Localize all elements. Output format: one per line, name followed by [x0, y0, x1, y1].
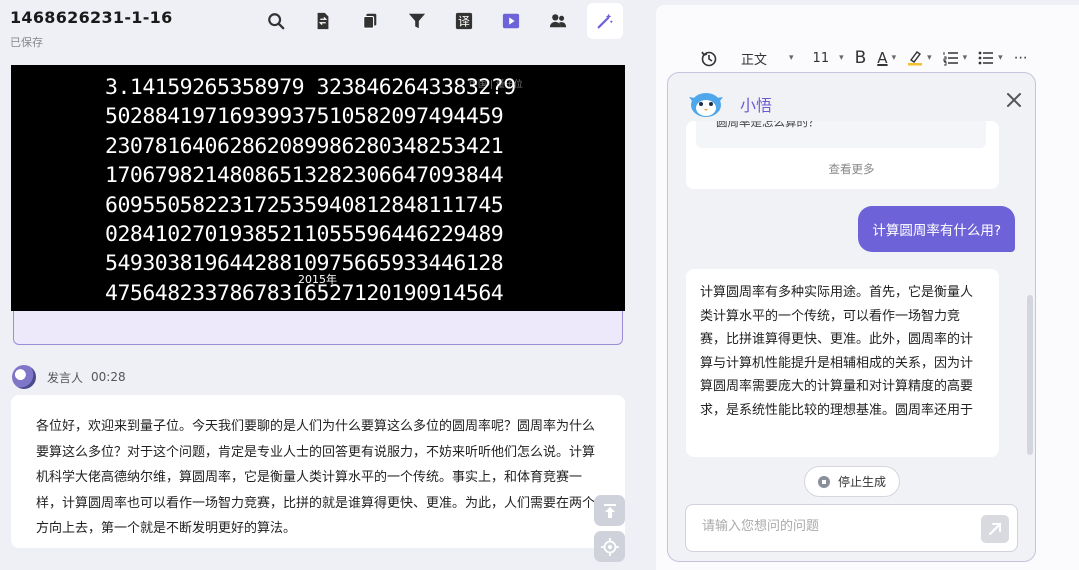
send-button[interactable] [981, 515, 1009, 543]
copy-icon [363, 13, 377, 29]
video-caption-strip [13, 311, 623, 345]
bold-button[interactable]: B [855, 48, 867, 68]
stop-generation-label: 停止生成 [837, 475, 886, 489]
top-toolbar: 译 [258, 3, 634, 39]
scroll-top-button[interactable] [594, 495, 625, 526]
chevron-down-icon: ▾ [962, 53, 968, 63]
people-button[interactable] [540, 3, 576, 39]
pi-digit-line: 02841027019385211055596446229489 [105, 222, 504, 248]
more-button[interactable]: ⋯ [1014, 50, 1028, 66]
bold-icon: B [854, 48, 867, 68]
paragraph-style-select[interactable]: 正文 ▾ [741, 49, 794, 68]
magic-wand-button[interactable] [587, 3, 623, 39]
font-size-value: 11 [812, 50, 830, 66]
assistant-chat-panel: 小悟 圆周率是怎么算的？ 查看更多 计算圆周率有什么用? 计算圆周率有多种实际用… [667, 72, 1036, 562]
stop-icon [817, 475, 830, 488]
pi-digit-line: 50288419716939937510582097494459 [105, 104, 504, 130]
ordered-list-icon [943, 52, 958, 66]
document-title: 1468626231-1-16 [10, 8, 173, 27]
bullet-list-icon [978, 51, 994, 65]
font-size-select[interactable]: 11 ▾ [813, 51, 844, 66]
chevron-down-icon: ▾ [927, 53, 932, 63]
speaker-row: 发言人 00:28 [12, 365, 126, 389]
stop-generation-button[interactable]: 停止生成 [804, 466, 900, 497]
previous-question[interactable]: 圆周率是怎么算的？ [696, 121, 986, 148]
highlighter-icon [908, 51, 923, 66]
magic-wand-icon [597, 13, 613, 29]
filter-icon [408, 13, 426, 29]
send-arrow-icon [989, 523, 1001, 535]
chevron-down-icon: ▾ [789, 53, 794, 63]
copy-button[interactable] [352, 3, 388, 39]
search-icon [268, 13, 285, 30]
ordered-list-button[interactable]: ▾ [943, 50, 968, 66]
previous-question-text: 圆周率是怎么算的？ [716, 121, 820, 129]
speaker-timestamp[interactable]: 00:28 [91, 370, 126, 384]
document-swap-button[interactable] [305, 3, 341, 39]
save-status: 已保存 [10, 36, 43, 49]
pi-digit-line: 17067982148086513282306647093844 [105, 163, 504, 189]
see-more-link[interactable]: 查看更多 [668, 161, 1035, 177]
chat-title: 小悟 [740, 96, 773, 115]
svg-text:译: 译 [458, 15, 470, 29]
assistant-response-card: 计算圆周率有多种实际用途。首先，它是衡量人类计算水平的一个传统，可以看作一场智力… [686, 269, 999, 457]
question-input[interactable] [702, 519, 972, 534]
pi-digit-line: 3.14159265358979 32384626433832?9 [105, 75, 516, 100]
font-color-button[interactable]: A ▾ [877, 49, 896, 67]
assistant-avatar-icon [689, 93, 723, 117]
video-player[interactable]: 3.14159265358979 32384626433832?9 5028841… [11, 65, 625, 311]
play-icon [502, 13, 520, 29]
transcript-paragraph[interactable]: 各位好，欢迎来到量子位。今天我们要聊的是人们为什么要算这么多位的圆周率呢？圆周率… [11, 395, 625, 548]
left-pane: 1468626231-1-16 已保存 译 3.14159265358979 3… [0, 0, 636, 570]
previous-answer-card: 圆周率是怎么算的？ [686, 121, 999, 189]
history-icon [701, 51, 717, 67]
arrow-up-icon [603, 503, 616, 518]
search-button[interactable] [258, 3, 294, 39]
chat-scrollbar[interactable] [1027, 295, 1033, 455]
speaker-name: 发言人 [47, 370, 84, 385]
people-icon [549, 14, 567, 28]
pi-digit-line: 23078164062862089986280348253421 [105, 133, 504, 159]
pi-digit-line: 60955058223172535940812848111745 [105, 192, 504, 218]
play-button[interactable] [493, 3, 529, 39]
close-icon[interactable] [1007, 93, 1021, 107]
locate-button[interactable] [594, 531, 625, 562]
avatar [12, 365, 36, 389]
document-swap-icon [317, 12, 329, 30]
video-year-caption: 2015年 [298, 273, 337, 286]
more-icon: ⋯ [1013, 50, 1028, 66]
translate-icon: 译 [455, 12, 473, 30]
editor-toolbar: 正文 ▾ 11 ▾ B A ▾ ▾ ▾ ▾ ⋯ [700, 46, 1039, 70]
filter-button[interactable] [399, 3, 435, 39]
video-watermark: 中国 | 量子位 [469, 80, 523, 90]
paragraph-style-value: 正文 [741, 52, 768, 68]
chevron-down-icon: ▾ [891, 53, 897, 63]
font-color-icon: A [877, 49, 888, 67]
history-button[interactable] [700, 49, 718, 67]
highlight-button[interactable]: ▾ [907, 50, 932, 66]
locate-icon [600, 537, 619, 556]
chat-input-box[interactable] [685, 504, 1018, 552]
translate-button[interactable]: 译 [446, 3, 482, 39]
bullet-list-button[interactable]: ▾ [978, 50, 1003, 66]
user-message-bubble: 计算圆周率有什么用? [858, 206, 1015, 252]
chevron-down-icon: ▾ [839, 53, 844, 63]
chevron-down-icon: ▾ [998, 53, 1003, 63]
